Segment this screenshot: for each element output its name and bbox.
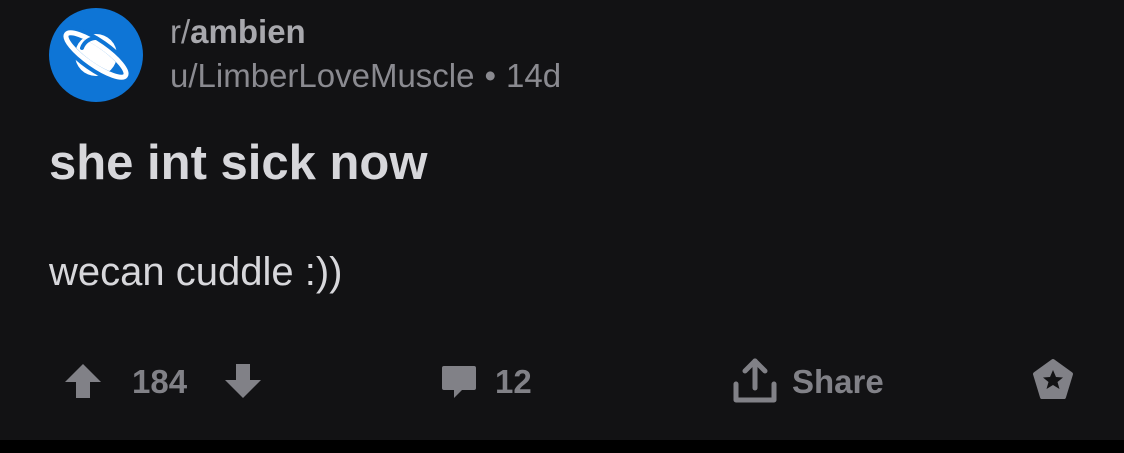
upvote-button[interactable] [62,356,104,406]
arrow-down-icon [222,360,264,402]
share-button[interactable] [730,356,780,406]
subreddit-prefix: r/ [170,13,191,50]
post-age: 14d [506,57,562,94]
meta-separator: • [484,57,497,94]
share-label[interactable]: Share [792,363,884,401]
comments-count[interactable]: 12 [495,363,532,401]
subreddit-link[interactable]: r/ambien [170,12,306,52]
comments-button[interactable] [438,356,480,406]
author-link[interactable]: u/LimberLoveMuscle [170,57,474,94]
subreddit-avatar[interactable] [49,8,143,102]
arrow-up-icon [62,360,104,402]
comment-bubble-icon [438,360,480,402]
downvote-button[interactable] [222,356,264,406]
subreddit-name: ambien [190,13,306,50]
award-star-icon [1030,358,1076,404]
post-meta: u/LimberLoveMuscle • 14d [170,56,561,96]
vote-score: 184 [132,363,188,400]
post-body: wecan cuddle :)) [49,250,343,294]
post-card[interactable]: r/ambien u/LimberLoveMuscle • 14d she int … [0,0,1124,440]
planet-icon [49,8,143,102]
share-upload-icon [730,356,780,406]
award-button[interactable] [1030,356,1076,406]
post-title[interactable]: she int sick now [49,135,427,191]
